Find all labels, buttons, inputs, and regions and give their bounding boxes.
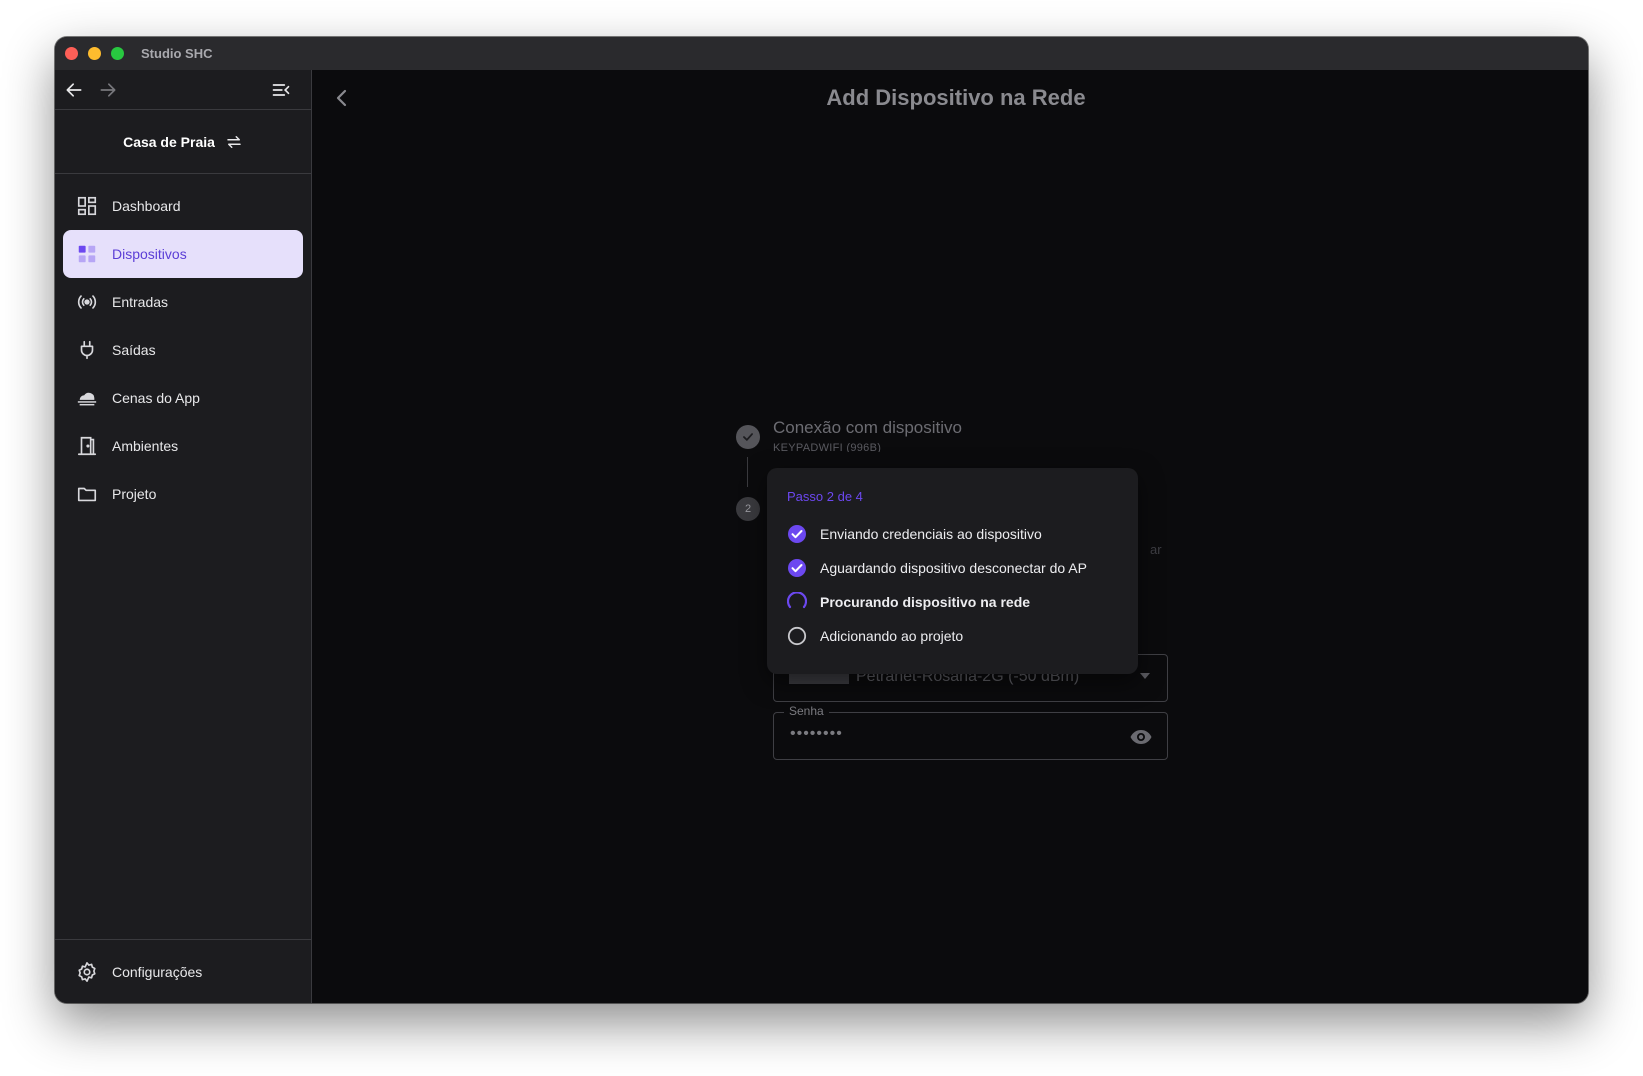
gear-icon bbox=[78, 961, 96, 982]
sidebar-item-label: Entradas bbox=[112, 294, 169, 310]
sidebar-item-dispositivos[interactable]: Dispositivos bbox=[63, 230, 303, 278]
app-window: Studio SHC Casa de Praia Dashboard Dispo… bbox=[55, 37, 1588, 1003]
title-bar: Studio SHC bbox=[55, 37, 1588, 70]
task-label: Enviando credenciais ao dispositivo bbox=[820, 526, 1042, 542]
window-title: Studio SHC bbox=[141, 46, 213, 61]
project-switcher[interactable]: Casa de Praia bbox=[55, 110, 311, 174]
sidebar-item-label: Ambientes bbox=[112, 438, 179, 454]
page-title: Add Dispositivo na Rede bbox=[826, 85, 1086, 110]
step-number: 2 bbox=[736, 497, 760, 521]
task-item: Aguardando dispositivo desconectar do AP bbox=[787, 558, 1087, 578]
password-label: Senha bbox=[784, 704, 829, 718]
check-icon bbox=[736, 425, 760, 449]
settings-label: Configurações bbox=[112, 963, 203, 980]
sidebar-item-label: Dispositivos bbox=[112, 246, 187, 262]
folder-icon bbox=[77, 487, 97, 502]
task-label: Aguardando dispositivo desconectar do AP bbox=[820, 560, 1087, 576]
step-title: Conexão com dispositivo bbox=[773, 418, 962, 437]
devices-icon bbox=[78, 245, 96, 263]
door-icon bbox=[77, 436, 97, 456]
sidebar-item-dashboard[interactable]: Dashboard bbox=[63, 182, 303, 230]
cloud-scene-icon bbox=[77, 392, 97, 406]
sidebar-item-projeto[interactable]: Projeto bbox=[63, 470, 303, 518]
sidebar-item-label: Saídas bbox=[112, 342, 156, 358]
project-name: Casa de Praia bbox=[123, 133, 215, 150]
sidebar-nav-bar bbox=[55, 70, 311, 110]
check-circle-icon bbox=[788, 559, 806, 577]
sidebar-item-label: Dashboard bbox=[112, 198, 181, 214]
empty-circle-icon bbox=[787, 626, 807, 646]
sidebar-item-label: Cenas do App bbox=[112, 390, 200, 406]
sidebar-item-cenas-do-app[interactable]: Cenas do App bbox=[63, 374, 303, 422]
swap-icon bbox=[227, 135, 241, 148]
spinner-icon bbox=[787, 592, 807, 609]
task-item: Enviando credenciais ao dispositivo bbox=[787, 524, 1042, 544]
minimize-window-button[interactable] bbox=[88, 47, 101, 60]
step-connector bbox=[747, 457, 748, 487]
sidebar-item-entradas[interactable]: Entradas bbox=[63, 278, 303, 326]
close-window-button[interactable] bbox=[65, 47, 78, 60]
forward-arrow-icon[interactable] bbox=[96, 78, 120, 102]
sidebar-item-ambientes[interactable]: Ambientes bbox=[63, 422, 303, 470]
broadcast-icon bbox=[77, 295, 97, 309]
obscured-text: ar bbox=[1150, 542, 1162, 557]
sidebar-item-configuracoes[interactable]: Configurações bbox=[55, 939, 311, 1003]
task-item: Procurando dispositivo na rede bbox=[787, 592, 1030, 612]
sidebar-item-label: Projeto bbox=[112, 486, 157, 502]
task-item: Adicionando ao projeto bbox=[787, 626, 963, 646]
caret-down-icon bbox=[1140, 673, 1150, 679]
back-arrow-icon[interactable] bbox=[62, 78, 86, 102]
progress-popup: Passo 2 de 4 Enviando credenciais ao dis… bbox=[767, 468, 1138, 674]
sidebar-menu: Dashboard Dispositivos Entradas Saídas C… bbox=[55, 174, 311, 518]
sidebar-item-saidas[interactable]: Saídas bbox=[63, 326, 303, 374]
task-label: Procurando dispositivo na rede bbox=[820, 594, 1031, 610]
plug-icon bbox=[80, 340, 94, 360]
eye-icon[interactable] bbox=[1129, 725, 1153, 749]
collapse-menu-icon[interactable] bbox=[269, 78, 293, 102]
task-label: Adicionando ao projeto bbox=[820, 628, 964, 644]
step-subtitle: KEYPADWIFI (996B) bbox=[773, 442, 882, 452]
password-field[interactable]: Senha •••••••• bbox=[773, 704, 1168, 760]
maximize-window-button[interactable] bbox=[111, 47, 124, 60]
dashboard-icon bbox=[77, 196, 97, 216]
password-value: •••••••• bbox=[790, 725, 843, 742]
sidebar: Casa de Praia Dashboard Dispositivos Ent… bbox=[55, 70, 312, 1003]
main-content: Add Dispositivo na Rede Conexão com disp… bbox=[312, 70, 1588, 1003]
step-counter: Passo 2 de 4 bbox=[787, 489, 863, 504]
check-circle-icon bbox=[788, 525, 806, 543]
